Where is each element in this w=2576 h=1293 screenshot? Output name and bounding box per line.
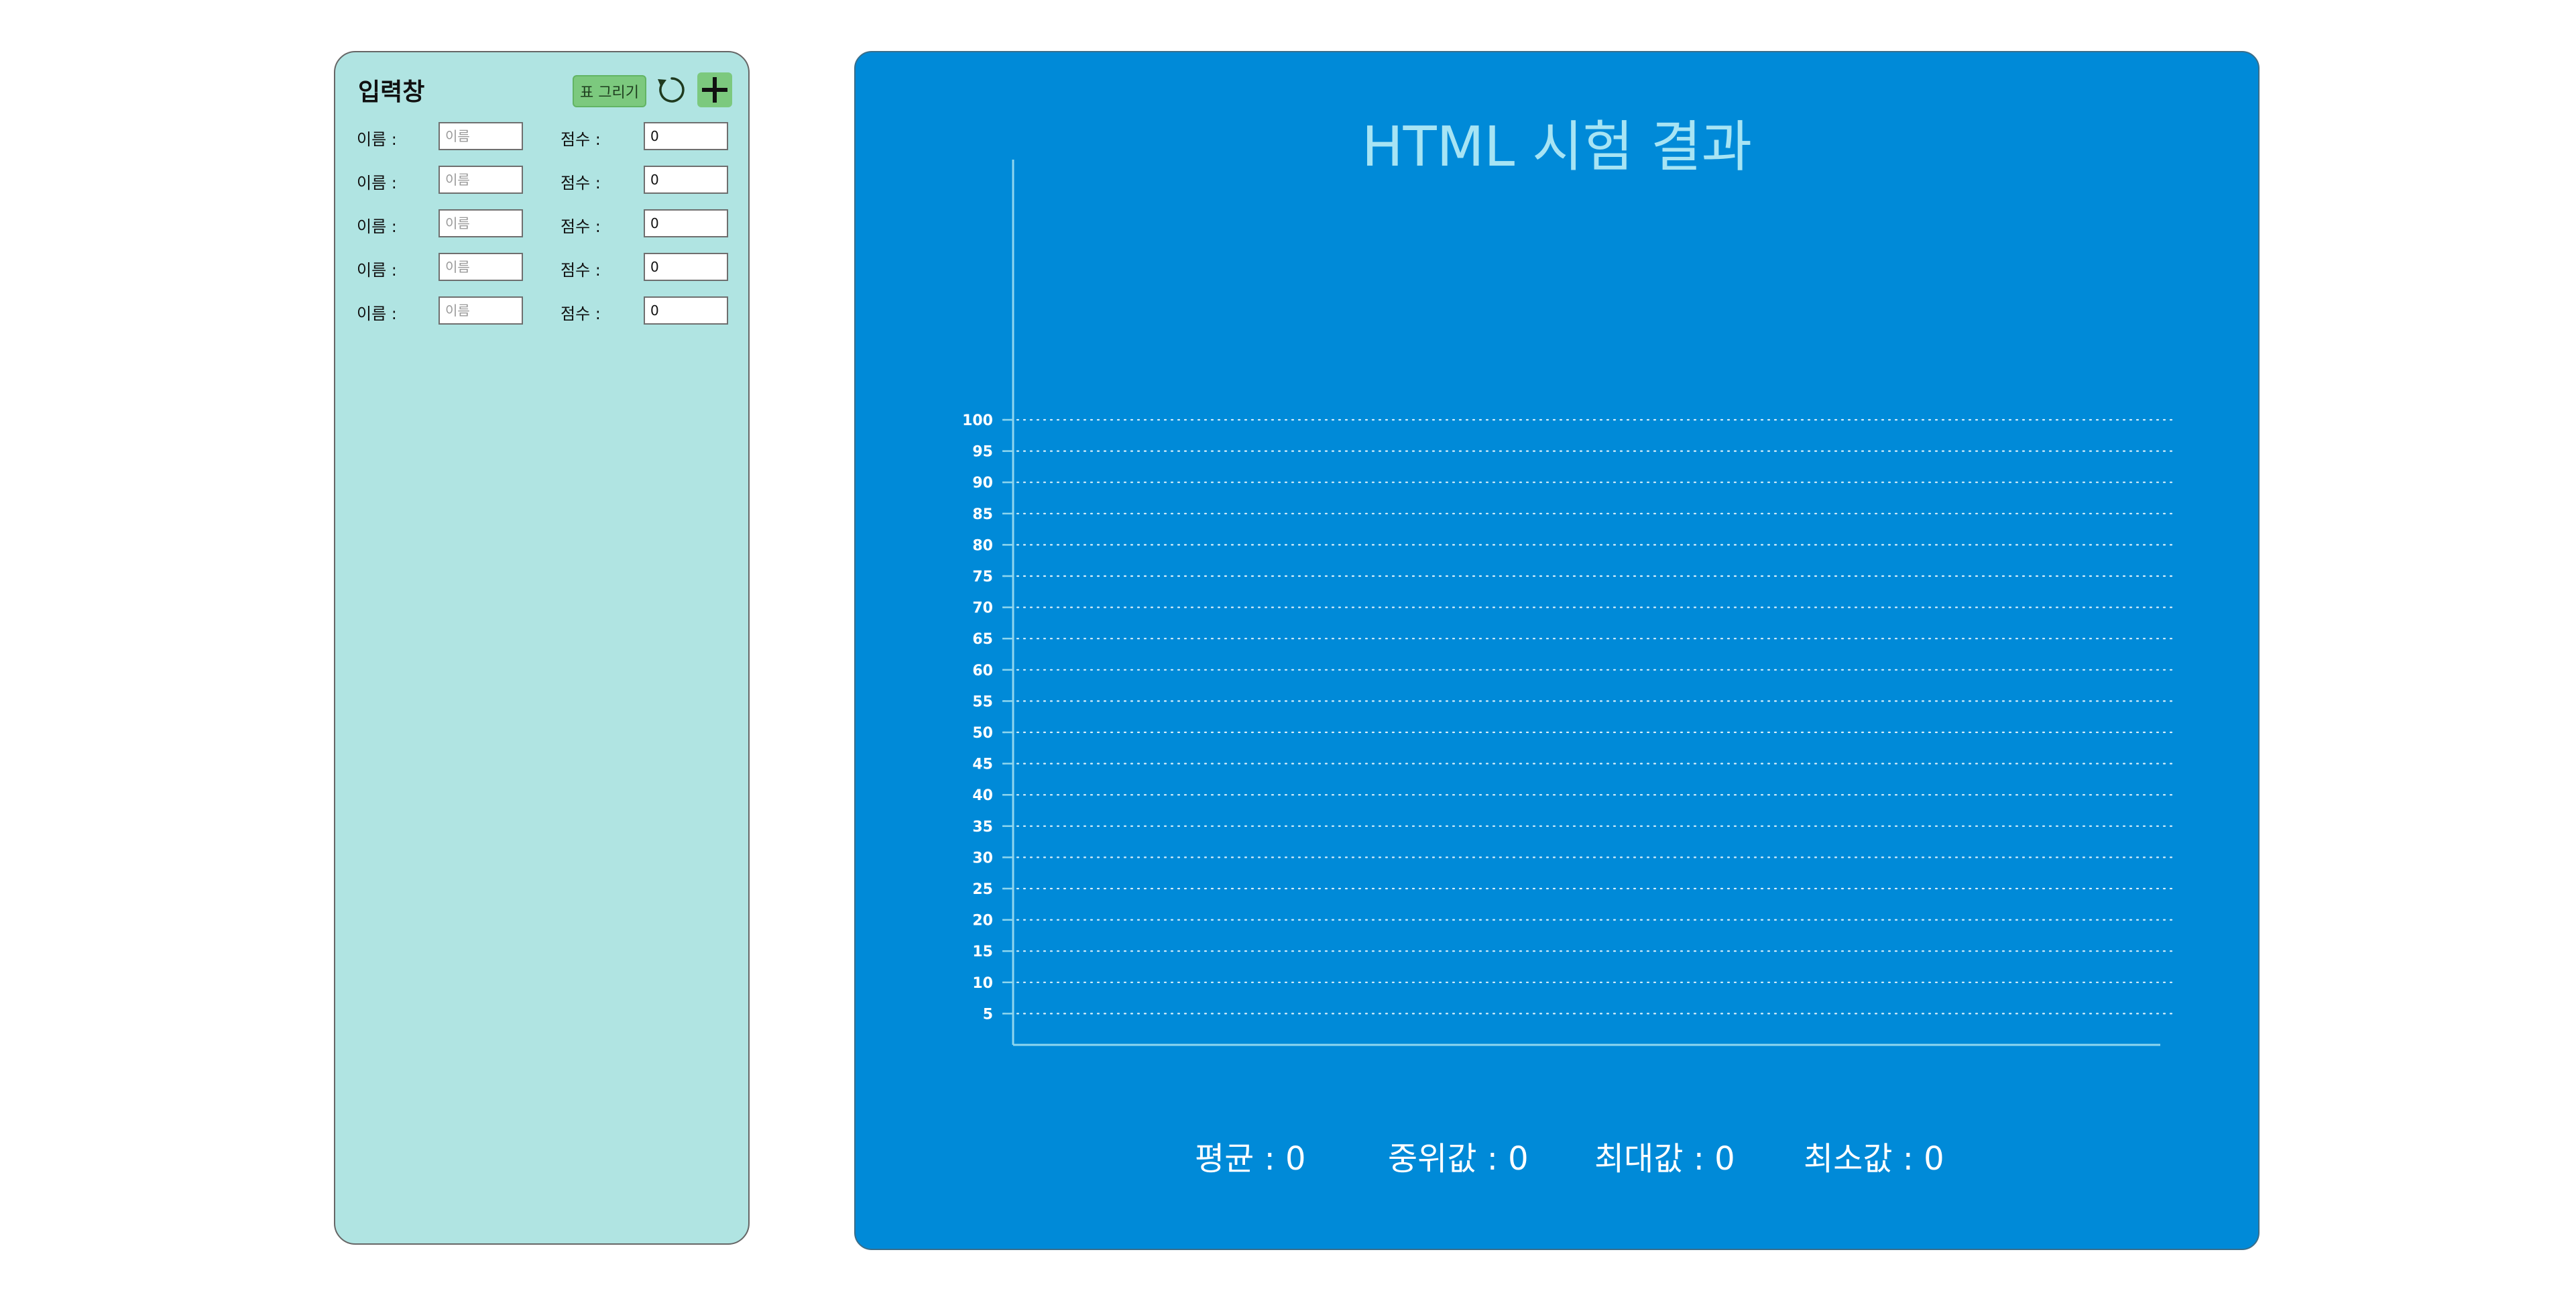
median-stat: 중위값 : 0 <box>1388 1140 1529 1178</box>
name-label: 이름 : <box>357 304 397 323</box>
y-tick-label: 75 <box>972 569 993 585</box>
refresh-icon <box>658 77 685 103</box>
name-label: 이름 : <box>357 174 397 192</box>
score-label: 점수 : <box>561 130 601 149</box>
name-label: 이름 : <box>357 130 397 149</box>
min-stat: 최소값 : 0 <box>1804 1140 1944 1178</box>
y-tick-label: 95 <box>972 444 993 461</box>
name-input[interactable] <box>438 253 523 281</box>
score-label: 점수 : <box>561 217 601 236</box>
name-label: 이름 : <box>357 217 397 236</box>
add-row-button[interactable] <box>697 72 732 107</box>
average-stat: 평균 : 0 <box>1195 1140 1306 1178</box>
name-label: 이름 : <box>357 261 397 280</box>
score-input[interactable] <box>644 166 728 194</box>
y-tick-label: 55 <box>972 693 993 710</box>
y-tick-label: 5 <box>983 1006 993 1023</box>
y-tick-label: 90 <box>972 475 993 492</box>
score-label: 점수 : <box>561 174 601 192</box>
input-row: 이름 : 점수 : <box>335 122 748 150</box>
input-row: 이름 : 점수 : <box>335 253 748 281</box>
y-tick-label: 10 <box>972 975 993 992</box>
score-label: 점수 : <box>561 261 601 280</box>
input-row: 이름 : 점수 : <box>335 296 748 325</box>
y-tick-label: 50 <box>972 725 993 742</box>
score-input[interactable] <box>644 122 728 150</box>
panel-title: 입력창 <box>358 78 425 106</box>
name-input[interactable] <box>438 296 523 325</box>
reset-button[interactable] <box>654 72 689 107</box>
score-input[interactable] <box>644 296 728 325</box>
draw-chart-button[interactable]: 표 그리기 <box>573 75 646 107</box>
score-label: 점수 : <box>561 304 601 323</box>
y-tick-label: 80 <box>972 537 993 554</box>
name-input[interactable] <box>438 122 523 150</box>
y-tick-label: 30 <box>972 850 993 866</box>
y-tick-label: 15 <box>972 944 993 960</box>
y-tick-label: 70 <box>972 600 993 617</box>
input-panel: 입력창 표 그리기 이름 : 점수 : 이름 : 점수 : 이름 : 점수 : … <box>334 51 750 1245</box>
input-row: 이름 : 점수 : <box>335 166 748 194</box>
y-tick-label: 85 <box>972 506 993 523</box>
chart-panel: HTML 시험 결과 5 10 15 20 25 30 35 40 45 50 55 60 65 70 75… <box>854 51 2260 1250</box>
y-tick-label: 20 <box>972 913 993 930</box>
y-tick-label: 35 <box>972 819 993 836</box>
y-tick-label: 60 <box>972 663 993 679</box>
y-tick-label: 25 <box>972 881 993 898</box>
y-tick-label: 65 <box>972 631 993 648</box>
y-tick-label: 45 <box>972 756 993 773</box>
score-input[interactable] <box>644 209 728 237</box>
chart-area: 5 10 15 20 25 30 35 40 45 50 55 60 65 70 75 80 85 90 95 100 <box>962 160 2176 1046</box>
y-tick-label: 100 <box>962 412 993 429</box>
plus-icon <box>702 77 727 103</box>
y-tick-label: 40 <box>972 787 993 804</box>
score-input[interactable] <box>644 253 728 281</box>
stats-bar: 평균 : 0 중위값 : 0 최대값 : 0 최소값 : 0 <box>856 1132 2258 1179</box>
name-input[interactable] <box>438 166 523 194</box>
max-stat: 최대값 : 0 <box>1594 1140 1735 1178</box>
input-row: 이름 : 점수 : <box>335 209 748 237</box>
name-input[interactable] <box>438 209 523 237</box>
